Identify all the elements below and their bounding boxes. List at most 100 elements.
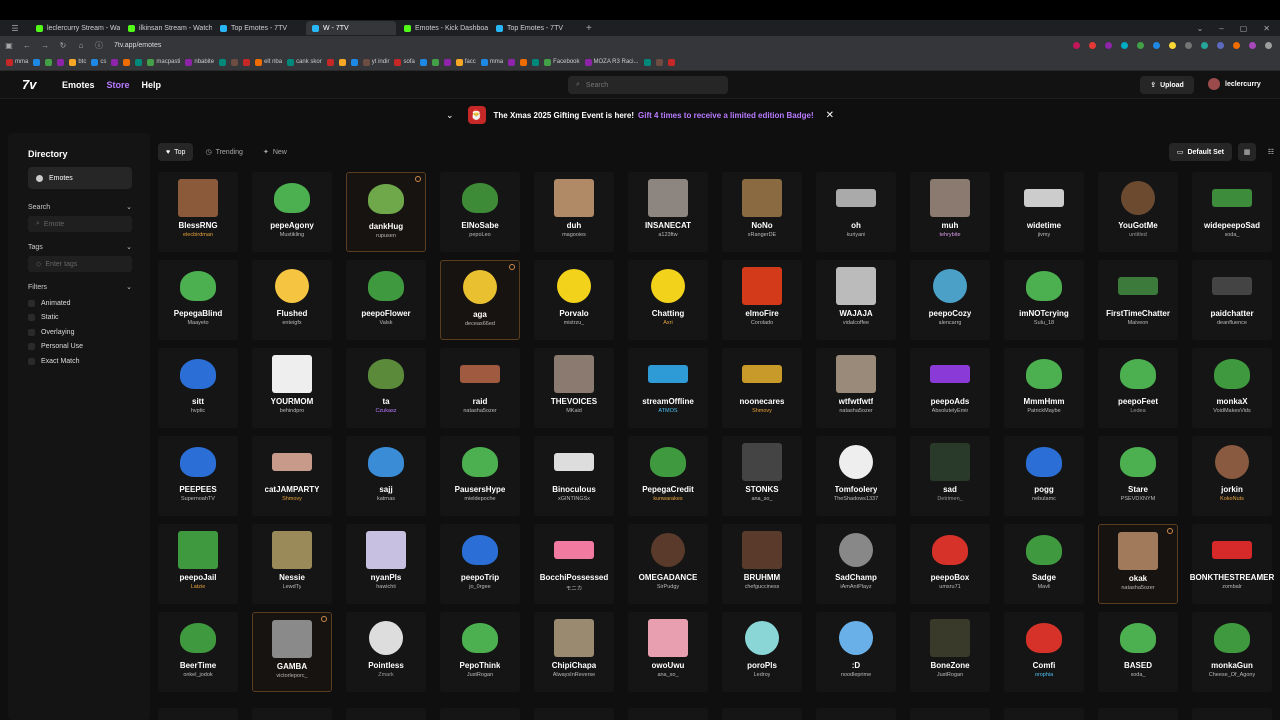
bookmark-favicon-icon[interactable] — [135, 58, 143, 66]
filter-checkbox[interactable]: Static — [28, 311, 132, 326]
filter-checkbox[interactable]: Overlaying — [28, 325, 132, 340]
emote-card[interactable]: Comfi orophia — [1004, 612, 1084, 692]
extension-icon[interactable] — [1265, 41, 1272, 49]
emote-card[interactable]: owoUwu ana_so_ — [628, 612, 708, 692]
emote-card-partial[interactable] — [252, 708, 332, 720]
maximize-icon[interactable]: ▢ — [1240, 24, 1248, 33]
emote-card[interactable]: NoNo xRangerDE — [722, 172, 802, 252]
browser-tab[interactable]: Top Emotes - 7TV — [214, 21, 304, 35]
list-view-button[interactable]: ☷ — [1262, 143, 1280, 161]
extension-icon[interactable] — [1153, 41, 1160, 49]
7tv-logo[interactable]: 7v — [0, 77, 40, 92]
browser-tab[interactable]: W - 7TV — [306, 21, 396, 35]
checkbox[interactable] — [28, 357, 35, 365]
emote-card-partial[interactable] — [1004, 708, 1084, 720]
browser-tab[interactable]: ilkinsan Stream - Watch Liv — [122, 21, 212, 35]
emote-card[interactable]: monkaGun Cheese_Of_Agony — [1192, 612, 1272, 692]
emote-card[interactable]: MmmHmm PatrickMaybe — [1004, 348, 1084, 428]
extension-icon[interactable] — [1105, 41, 1112, 49]
emote-card-partial[interactable] — [346, 708, 426, 720]
emote-card[interactable]: PepoThink JustRogan — [440, 612, 520, 692]
checkbox[interactable] — [28, 299, 35, 307]
sort-tab-top[interactable]: ♥ Top — [158, 143, 194, 161]
nav-help[interactable]: Help — [142, 80, 162, 90]
emote-card-partial[interactable] — [722, 708, 802, 720]
checkbox[interactable] — [28, 314, 35, 322]
extension-icon[interactable] — [1217, 41, 1224, 49]
tags-input[interactable]: ◇ Enter tags — [28, 256, 132, 272]
new-tab-button[interactable]: + — [586, 23, 592, 34]
emote-card[interactable]: INSANECAT a123ftw — [628, 172, 708, 252]
emote-card[interactable]: BeerTime onkel_jodok — [158, 612, 238, 692]
emote-card[interactable]: :D noodleprime — [816, 612, 896, 692]
emote-card[interactable]: THEVOICES MKaid — [534, 348, 614, 428]
emote-card[interactable]: Chatting Axri — [628, 260, 708, 340]
emote-card[interactable]: YOURMOM behindpro — [252, 348, 332, 428]
bookmark-favicon-icon[interactable] — [520, 58, 528, 66]
bookmark-favicon-icon[interactable] — [508, 58, 516, 66]
bookmark-item[interactable]: cs — [91, 58, 106, 66]
emote-card[interactable]: paidchatter deanfluence — [1192, 260, 1272, 340]
emote-card[interactable]: jorkin KokoNuts — [1192, 436, 1272, 516]
filter-checkbox[interactable]: Animated — [28, 296, 132, 311]
emote-card[interactable]: nyanPls hawichii — [346, 524, 426, 604]
emote-card[interactable]: monkaX VoidMakesVids — [1192, 348, 1272, 428]
browser-tab[interactable]: leclercurry Stream - Watch — [30, 21, 120, 35]
bookmark-favicon-icon[interactable] — [443, 58, 451, 66]
emote-card[interactable]: peepoTrip jo_0rgee — [440, 524, 520, 604]
emote-card[interactable]: PepegaBlind Maayeto — [158, 260, 238, 340]
browser-tab[interactable]: Top Emotes - 7TV — [490, 21, 580, 35]
extension-icon[interactable] — [1137, 41, 1144, 49]
tab-search-icon[interactable]: ☰ — [0, 24, 30, 33]
default-set-button[interactable]: ▭ Default Set — [1168, 143, 1232, 161]
emote-card[interactable]: YouGotMe untitled — [1098, 172, 1178, 252]
emote-card[interactable]: wtfwtfwtf natasha5ozer — [816, 348, 896, 428]
bookmark-favicon-icon[interactable] — [431, 58, 439, 66]
extension-icon[interactable] — [1201, 41, 1208, 49]
bookmark-favicon-icon[interactable] — [655, 58, 663, 66]
emote-card[interactable]: aga deceas66ed — [440, 260, 520, 340]
emote-card-partial[interactable] — [440, 708, 520, 720]
emote-card[interactable]: noonecares Shmovy — [722, 348, 802, 428]
emote-card[interactable]: Nessie LewdTy — [252, 524, 332, 604]
search-input[interactable]: ⌕ Search — [568, 76, 728, 94]
emote-card-partial[interactable] — [1192, 708, 1272, 720]
chevron-down-icon[interactable]: ⌄ — [446, 110, 454, 121]
back-icon[interactable]: ← — [18, 41, 36, 50]
bookmark-item[interactable]: mma — [480, 58, 503, 66]
emote-card[interactable]: pepeAgony Mustikling — [252, 172, 332, 252]
user-menu[interactable]: leclercurry — [1208, 78, 1261, 90]
extension-icon[interactable] — [1249, 41, 1256, 49]
bookmark-favicon-icon[interactable] — [419, 58, 427, 66]
emote-card[interactable]: BoneZone JustRogan — [910, 612, 990, 692]
search-section-header[interactable]: Search ⌄ — [28, 203, 132, 212]
bookmark-item[interactable]: MOZA R3 Raci... — [584, 58, 639, 66]
bookmark-item[interactable]: nbabite — [185, 58, 214, 66]
emote-card[interactable]: widepeepoSad soda_ — [1192, 172, 1272, 252]
emote-card[interactable]: BONKTHESTREAMER zombalr — [1190, 524, 1274, 604]
bookmark-favicon-icon[interactable] — [111, 58, 119, 66]
sort-tab-new[interactable]: ✦ New — [255, 143, 295, 161]
bookmark-favicon-icon[interactable] — [123, 58, 131, 66]
emote-card[interactable]: muh tehrybite — [910, 172, 990, 252]
emote-card[interactable]: widetime jivmy — [1004, 172, 1084, 252]
filter-checkbox[interactable]: Exact Match — [28, 354, 132, 369]
upload-button[interactable]: ⇪ Upload — [1140, 76, 1194, 94]
bookmark-favicon-icon[interactable] — [667, 58, 675, 66]
emote-card[interactable]: Flushed enteigfx — [252, 260, 332, 340]
emote-card[interactable]: SadChamp iAmAntPlayz — [816, 524, 896, 604]
emote-card[interactable]: peepoBox umsru71 — [910, 524, 990, 604]
bookmark-favicon-icon[interactable] — [243, 58, 251, 66]
emote-card[interactable]: okak natasha5ozer — [1098, 524, 1178, 604]
emote-card[interactable]: pogg nebulamc — [1004, 436, 1084, 516]
bookmark-favicon-icon[interactable] — [643, 58, 651, 66]
emote-card-partial[interactable] — [628, 708, 708, 720]
sort-tab-trending[interactable]: ◷ Trending — [197, 143, 250, 161]
emote-card[interactable]: peepoJail Latzie — [158, 524, 238, 604]
emote-card-partial[interactable] — [1098, 708, 1178, 720]
forward-icon[interactable]: → — [36, 41, 54, 50]
close-window-icon[interactable]: ✕ — [1263, 24, 1270, 33]
bookmark-item[interactable]: sofa — [394, 58, 415, 66]
bookmark-favicon-icon[interactable] — [219, 58, 227, 66]
nav-store[interactable]: Store — [107, 80, 130, 90]
